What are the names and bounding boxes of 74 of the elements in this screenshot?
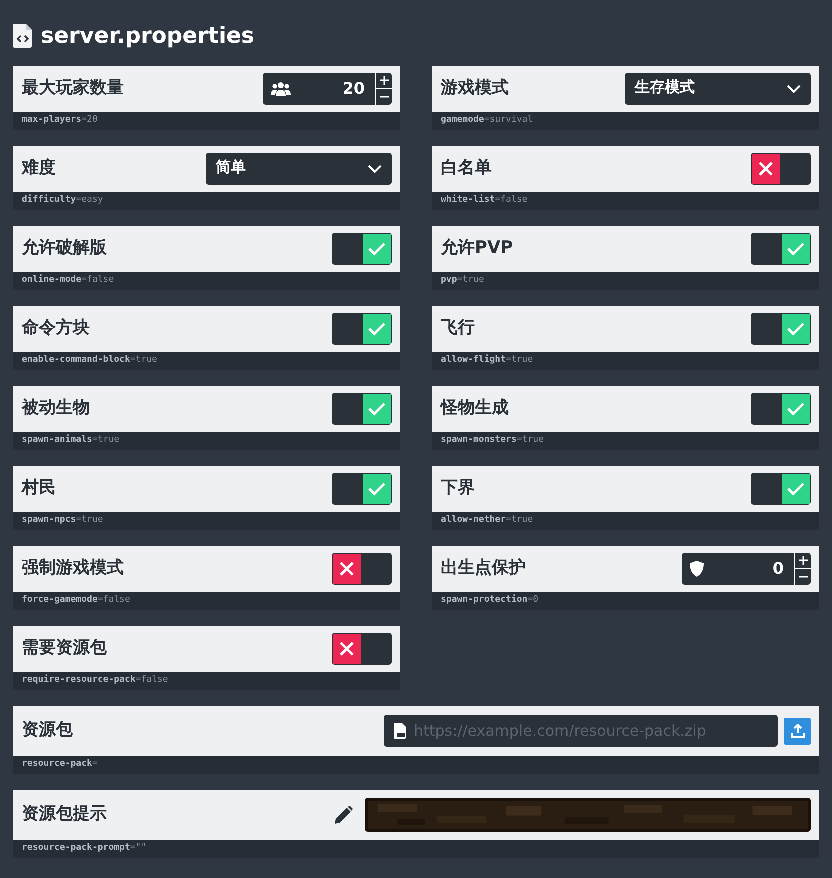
minus-icon[interactable] (798, 576, 808, 578)
setting-label: 村民 (22, 477, 56, 500)
property-key: max-players=20 (22, 114, 98, 128)
setting-label: 下界 (441, 477, 475, 500)
property-key: require-resource-pack=false (22, 674, 168, 688)
pencil-icon[interactable] (335, 806, 353, 824)
upload-icon (790, 724, 804, 738)
chevron-down-icon (368, 165, 382, 173)
users-icon (271, 82, 291, 96)
toggle-switch[interactable] (751, 233, 811, 265)
check-icon (787, 322, 805, 336)
setting-label: 需要资源包 (22, 637, 107, 660)
check-icon (368, 482, 386, 496)
toggle-switch[interactable] (332, 553, 392, 585)
toggle-switch[interactable] (332, 313, 392, 345)
property-key: allow-nether=true (441, 514, 534, 528)
property-key: spawn-protection=0 (441, 594, 539, 608)
setting-label: 资源包 (22, 719, 73, 742)
toggle-switch[interactable] (332, 633, 392, 665)
check-icon (368, 322, 386, 336)
setting-label: 被动生物 (22, 397, 90, 420)
check-icon (787, 482, 805, 496)
setting-label: 最大玩家数量 (22, 77, 124, 100)
number-field[interactable]: 0 (682, 553, 811, 585)
setting-label: 白名单 (441, 157, 492, 180)
property-key: enable-command-block=true (22, 354, 158, 368)
property-key: allow-flight=true (441, 354, 534, 368)
toggle-switch[interactable] (332, 393, 392, 425)
toggle-switch[interactable] (751, 473, 811, 505)
property-key: difficulty=easy (22, 194, 104, 208)
toggle-switch[interactable] (751, 153, 811, 185)
setting-label: 游戏模式 (441, 77, 509, 100)
check-icon (368, 242, 386, 256)
setting-label: 命令方块 (22, 317, 90, 340)
setting-label: 强制游戏模式 (22, 557, 124, 580)
property-key: pvp=true (441, 274, 484, 288)
property-key: online-mode=false (22, 274, 114, 288)
setting-label: 出生点保护 (441, 557, 526, 580)
minus-icon[interactable] (380, 96, 388, 98)
check-icon (787, 242, 805, 256)
check-icon (368, 402, 386, 416)
property-key: white-list=false (441, 194, 528, 208)
page-title: server.properties (41, 22, 255, 50)
x-icon (759, 162, 773, 176)
setting-label: 资源包提示 (22, 803, 107, 826)
toggle-switch[interactable] (751, 393, 811, 425)
property-key: force-gamemode=false (22, 594, 130, 608)
number-field[interactable]: 20 (263, 73, 392, 105)
plus-icon[interactable] (380, 76, 388, 85)
property-key: gamemode=survival (441, 114, 534, 128)
setting-label: 飞行 (441, 317, 475, 340)
property-key: spawn-monsters=true (441, 434, 544, 448)
setting-label: 允许PVP (441, 237, 514, 260)
property-key: resource-pack= (22, 758, 98, 772)
property-key: spawn-npcs=true (22, 514, 104, 528)
setting-label: 怪物生成 (441, 397, 509, 420)
setting-label: 难度 (22, 157, 56, 180)
dropdown[interactable]: 生存模式 (625, 73, 811, 105)
chevron-down-icon (787, 85, 801, 93)
toggle-switch[interactable] (332, 473, 392, 505)
code-file-icon (13, 24, 33, 48)
property-key: spawn-animals=true (22, 434, 120, 448)
check-icon (787, 402, 805, 416)
toggle-switch[interactable] (332, 233, 392, 265)
zip-file-icon (394, 723, 406, 739)
toggle-switch[interactable] (751, 313, 811, 345)
dropdown[interactable]: 简单 (206, 153, 392, 185)
x-icon (340, 562, 354, 576)
shield-icon (690, 561, 704, 577)
upload-button[interactable] (784, 718, 811, 744)
setting-label: 允许破解版 (22, 237, 107, 260)
plus-icon[interactable] (798, 556, 808, 565)
x-icon (340, 642, 354, 656)
property-key: resource-pack-prompt="" (22, 842, 147, 856)
